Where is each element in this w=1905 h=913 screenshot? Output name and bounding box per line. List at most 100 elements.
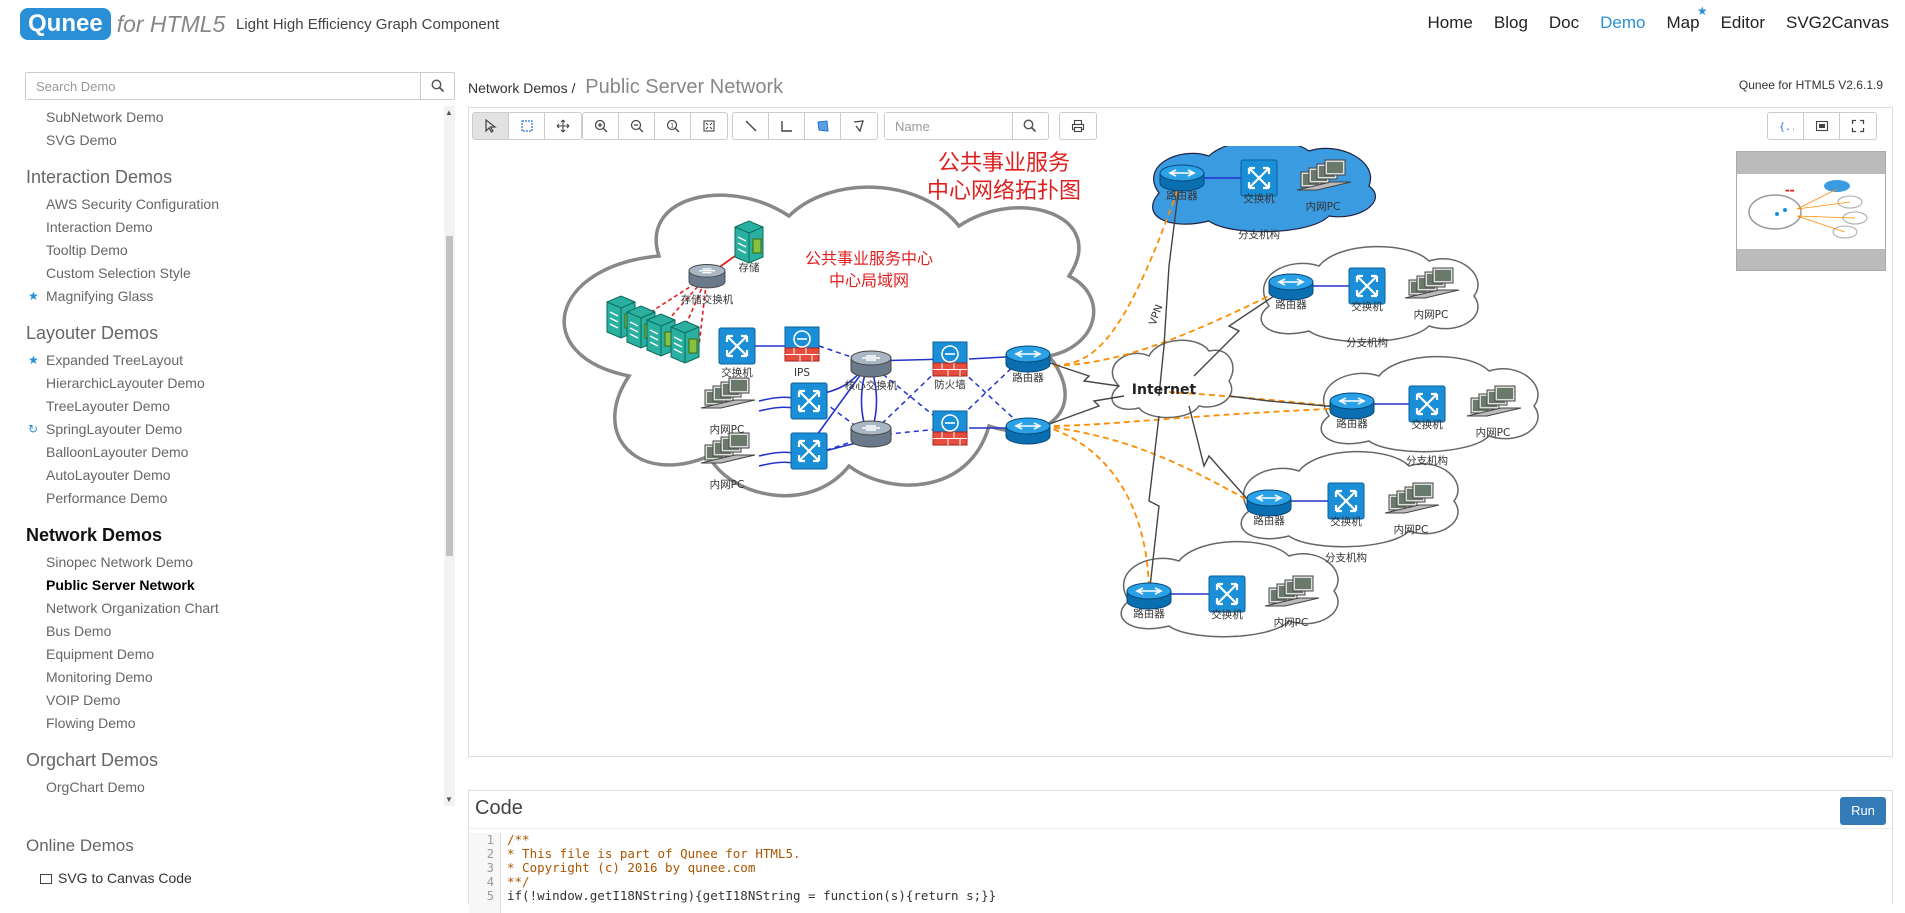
star-icon: ★ <box>28 353 39 367</box>
diagram-title-line2: 中心网络拓扑图 <box>927 179 1081 204</box>
sidebar-item[interactable]: Equipment Demo <box>0 643 455 666</box>
code-line: * This file is part of Qunee for HTML5. <box>507 846 801 861</box>
sidebar-scrollbar[interactable]: ▲ ▼ <box>444 106 455 806</box>
qunee-logo[interactable]: Qunee for HTML5 <box>20 8 225 40</box>
network-topology-diagram[interactable]: 存储 存储交换机 交换机 IPS 核心交换机 防火墙 路由器 内网PC 内网PC… <box>469 146 1892 756</box>
graph-toolbar: 1 {..} <box>469 108 1894 146</box>
interaction-mode-group <box>472 112 582 140</box>
sidebar-category[interactable]: Interaction Demos <box>0 164 455 191</box>
sidebar-item[interactable]: SubNetwork Demo <box>0 106 455 129</box>
scrollbar-thumb[interactable] <box>446 236 453 556</box>
json-icon: {..} <box>1779 122 1794 133</box>
code-line: /** <box>507 832 530 847</box>
sidebar-item-label: Performance Demo <box>46 490 168 506</box>
label-storage: 存储 <box>739 261 760 274</box>
nav-label: Home <box>1427 13 1473 32</box>
code-editor[interactable]: /** * This file is part of Qunee for HTML… <box>507 833 996 903</box>
orthogonal-line-icon <box>780 121 792 132</box>
sidebar-item[interactable]: Interaction Demo <box>0 216 455 239</box>
sidebar-item[interactable]: HierarchicLayouter Demo <box>0 372 455 395</box>
sidebar-item-label: Magnifying Glass <box>46 288 154 304</box>
sidebar-item[interactable]: Tooltip Demo <box>0 239 455 262</box>
zoom-group: 1 <box>582 112 728 140</box>
nav-label: Demo <box>1600 13 1646 32</box>
sidebar-item-label: Monitoring Demo <box>46 669 153 685</box>
line-number: 4 <box>486 875 494 889</box>
sidebar-item[interactable]: ↻ SpringLayouter Demo <box>0 418 455 441</box>
sidebar-category[interactable]: Layouter Demos <box>0 320 455 347</box>
zoom-in-button[interactable] <box>583 113 619 139</box>
fullscreen-button[interactable] <box>1840 113 1876 139</box>
scroll-up-icon[interactable]: ▲ <box>445 108 453 117</box>
zoom-reset-button[interactable]: 1 <box>655 113 691 139</box>
sidebar-category[interactable]: Orgchart Demos <box>0 747 455 774</box>
nav-svg2canvas[interactable]: SVG2Canvas <box>1786 13 1889 33</box>
scroll-down-icon[interactable]: ▼ <box>445 795 453 804</box>
sidebar-item[interactable]: VOIP Demo <box>0 689 455 712</box>
label-branch4-pc: 内网PC <box>1394 523 1429 536</box>
print-button[interactable] <box>1060 113 1096 139</box>
top-navbar: Qunee for HTML5 Light High Efficiency Gr… <box>0 0 1905 50</box>
sidebar-item[interactable]: Monitoring Demo <box>0 666 455 689</box>
create-line-button[interactable] <box>841 113 877 139</box>
sidebar-item[interactable]: TreeLayouter Demo <box>0 395 455 418</box>
create-orthogonal-edge-button[interactable] <box>769 113 805 139</box>
sidebar-item[interactable]: AWS Security Configuration <box>0 193 455 216</box>
graph-panel: 1 {..} <box>468 107 1893 757</box>
label-branch3-router: 路由器 <box>1336 417 1368 430</box>
sidebar-item[interactable]: BalloonLayouter Demo <box>0 441 455 464</box>
sidebar-item[interactable]: OrgChart Demo <box>0 776 455 799</box>
nav-demo[interactable]: Demo <box>1600 13 1645 33</box>
diagram-title-line1: 公共事业服务 <box>938 151 1070 176</box>
zoom-fit-button[interactable] <box>691 113 727 139</box>
polyline-icon <box>853 120 864 133</box>
svg-text:▬▬: ▬▬ <box>1785 188 1795 194</box>
print-icon <box>1071 119 1085 133</box>
run-button[interactable]: Run <box>1840 797 1886 825</box>
pointer-mode-button[interactable] <box>473 113 509 139</box>
create-shape-button[interactable] <box>805 113 841 139</box>
sidebar-item[interactable]: AutoLayouter Demo <box>0 464 455 487</box>
nav-doc[interactable]: Doc <box>1549 13 1579 33</box>
rect-select-icon <box>520 120 533 132</box>
overview-viewport[interactable]: ▬▬ <box>1737 174 1885 249</box>
nav-editor[interactable]: Editor <box>1721 13 1765 33</box>
pan-mode-button[interactable] <box>545 113 581 139</box>
sidebar-item[interactable]: Bus Demo <box>0 620 455 643</box>
sidebar-item[interactable]: Performance Demo <box>0 487 455 510</box>
sidebar-item[interactable]: Network Organization Chart <box>0 597 455 620</box>
search-input[interactable] <box>26 73 421 99</box>
breadcrumb-parent[interactable]: Network Demos <box>468 80 568 96</box>
nav-map[interactable]: Map ★ <box>1667 4 1708 33</box>
sidebar-item[interactable]: Custom Selection Style <box>0 262 455 285</box>
sidebar-category[interactable]: Network Demos <box>0 522 455 549</box>
graph-overview-minimap[interactable]: ▬▬ <box>1736 151 1886 271</box>
json-export-button[interactable]: {..} <box>1768 113 1804 139</box>
graph-canvas[interactable]: 存储 存储交换机 交换机 IPS 核心交换机 防火墙 路由器 内网PC 内网PC… <box>469 146 1892 756</box>
sidebar-item-label: OrgChart Demo <box>46 779 145 795</box>
nav-home[interactable]: Home <box>1428 13 1473 33</box>
search-button[interactable] <box>421 73 454 99</box>
sidebar-item[interactable]: SVG Demo <box>0 129 455 152</box>
label-lan-pc-2: 内网PC <box>710 478 745 491</box>
zoom-out-button[interactable] <box>619 113 655 139</box>
sidebar-item[interactable]: Public Server Network <box>0 574 455 597</box>
sidebar-item-label: TreeLayouter Demo <box>46 398 170 414</box>
svg-to-canvas-link[interactable]: SVG to Canvas Code <box>40 870 192 886</box>
nav-blog[interactable]: Blog <box>1494 13 1528 33</box>
view-options-group: {..} <box>1767 112 1877 140</box>
sidebar-item[interactable]: ★ Expanded TreeLayout <box>0 349 455 372</box>
sidebar-item[interactable]: ★ Magnifying Glass <box>0 285 455 308</box>
rect-select-button[interactable] <box>509 113 545 139</box>
name-search-input[interactable] <box>885 113 1013 139</box>
label-branch2-switch: 交换机 <box>1351 300 1383 313</box>
create-edge-button[interactable] <box>733 113 769 139</box>
label-router: 路由器 <box>1012 371 1044 384</box>
label-branch3: 分支机构 <box>1406 454 1448 467</box>
name-search-button[interactable] <box>1012 113 1048 139</box>
overview-toggle-button[interactable] <box>1804 113 1840 139</box>
sidebar-item[interactable]: Sinopec Network Demo <box>0 551 455 574</box>
sidebar-item-label: HierarchicLayouter Demo <box>46 375 205 391</box>
sidebar-item[interactable]: Flowing Demo <box>0 712 455 735</box>
label-branch2-pc: 内网PC <box>1414 308 1449 321</box>
